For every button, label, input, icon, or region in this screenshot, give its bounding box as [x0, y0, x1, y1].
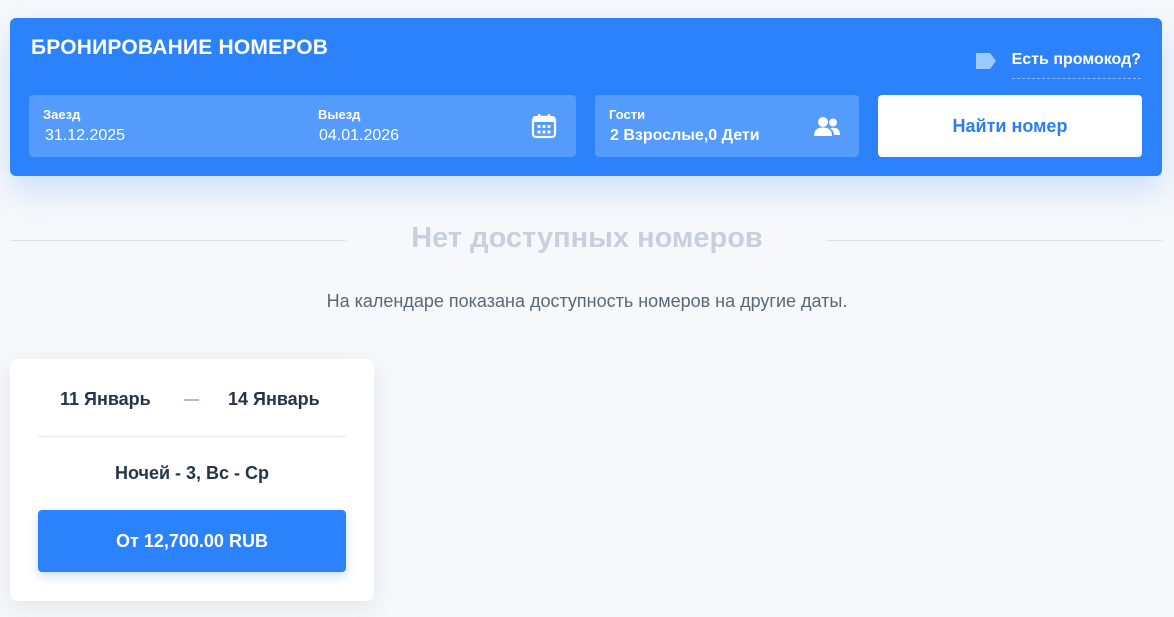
guests-value: 2 Взрослые,0 Дети: [610, 127, 760, 144]
divider-right: [827, 240, 1162, 241]
guests-label: Гости: [609, 107, 646, 122]
guests-field[interactable]: Гости 2 Взрослые,0 Дети: [595, 95, 859, 157]
price-button[interactable]: От 12,700.00 RUB: [38, 510, 346, 572]
card-divider: [38, 436, 346, 437]
alt-date-to: 14 Январь: [228, 389, 320, 409]
tag-icon: [975, 52, 996, 69]
calendar-icon[interactable]: [531, 113, 557, 139]
users-icon: [814, 117, 840, 136]
date-dash: [184, 399, 199, 401]
checkout-value: 04.01.2026: [319, 127, 400, 144]
alternative-dates-card[interactable]: 11 Январь 14 Январь Ночей - 3, Вс - Ср О…: [10, 359, 374, 601]
availability-info: На календаре показана доступность номеро…: [326, 291, 848, 311]
find-room-button[interactable]: Найти номер: [878, 95, 1142, 157]
page-title: БРОНИРОВАНИЕ НОМЕРОВ: [31, 36, 329, 59]
booking-panel: БРОНИРОВАНИЕ НОМЕРОВ Есть промокод? Заез…: [10, 18, 1162, 176]
no-rooms-heading: Нет доступных номеров: [411, 222, 763, 254]
nights-summary: Ночей - 3, Вс - Ср: [114, 463, 270, 483]
alt-date-from: 11 Январь: [60, 389, 151, 409]
checkin-label: Заезд: [43, 107, 81, 122]
date-range-field[interactable]: Заезд 31.12.2025 Выезд 04.01.2026: [29, 95, 576, 157]
checkout-label: Выезд: [318, 107, 361, 122]
promo-code-link[interactable]: Есть промокод?: [974, 38, 1141, 79]
promo-code-label[interactable]: Есть промокод?: [1011, 51, 1141, 79]
checkin-value: 31.12.2025: [45, 127, 126, 144]
